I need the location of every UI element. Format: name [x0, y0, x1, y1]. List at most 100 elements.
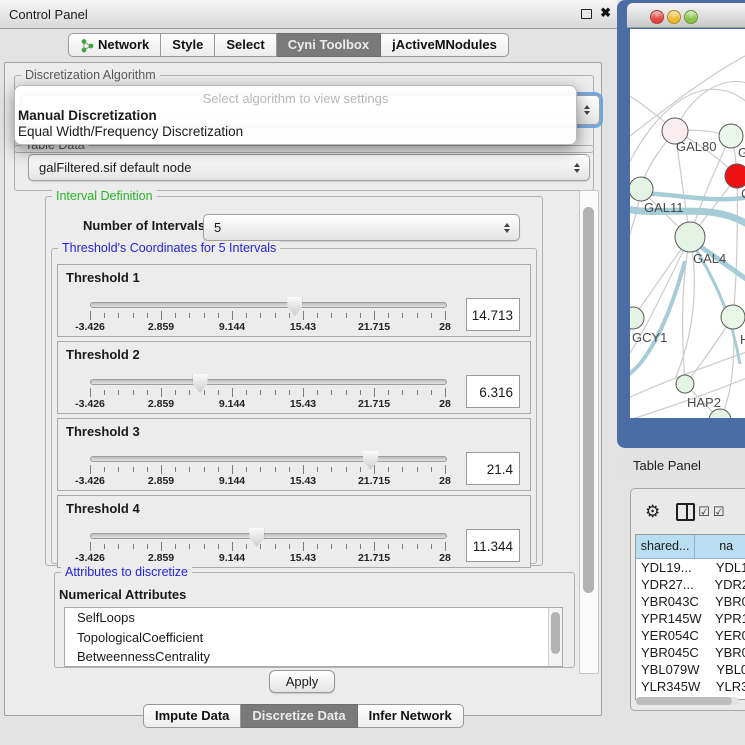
list-scrollbar-track[interactable]	[548, 608, 562, 666]
combo-stepper-icon	[584, 105, 590, 115]
discretization-algorithm-label: Discretization Algorithm	[21, 68, 160, 82]
settings-scrollbar-track[interactable]	[579, 190, 599, 674]
threshold-slider-thumb[interactable]	[193, 374, 208, 393]
GAL4-node[interactable]	[675, 222, 705, 252]
GAL11-node[interactable]	[630, 177, 653, 201]
close-icon[interactable]: ✖	[600, 5, 611, 21]
node-label: GCY1	[632, 330, 667, 345]
GCY1-node[interactable]	[630, 307, 644, 329]
HAP2-node[interactable]	[676, 375, 694, 393]
table-row[interactable]: YBR045CYBR0	[636, 644, 745, 661]
checkbox-checked-icon[interactable]: ☑	[713, 504, 725, 520]
threshold-panel: Threshold 4 -3.4262.8599.14415.4321.7152…	[57, 495, 531, 568]
close-traffic-light-icon[interactable]	[650, 10, 664, 24]
tab-style[interactable]: Style	[161, 33, 215, 57]
node-label: GAL11	[644, 200, 684, 215]
threshold-value-box[interactable]: 11.344	[466, 529, 520, 562]
tick-label: 21.715	[344, 321, 404, 333]
apply-button[interactable]: Apply	[269, 670, 335, 693]
threshold-value-box[interactable]: 6.316	[466, 375, 520, 408]
threshold-slider-track[interactable]	[90, 379, 447, 385]
table-row[interactable]: YDL19...YDL1	[636, 559, 745, 576]
table-row[interactable]: YBL079WYBL0	[636, 661, 745, 678]
table-row[interactable]: YER054CYER0	[636, 627, 745, 644]
numerical-attributes-label: Numerical Attributes	[59, 587, 186, 602]
network-canvas[interactable]: GAL80GACGAL11GAL4GCY1HHAP2	[630, 29, 745, 418]
network-edge[interactable]	[675, 237, 694, 379]
cell-shared-name: YDL19...	[636, 559, 710, 576]
numerical-attributes-list[interactable]: SelfLoopsTopologicalCoefficientBetweenne…	[64, 607, 563, 667]
table-hscrollbar-track[interactable]	[636, 697, 739, 705]
table-data-combo[interactable]: galFiltered.sif default node	[28, 154, 590, 181]
attributes-group: Attributes to discretize Numerical Attri…	[54, 572, 575, 668]
threshold-value-box[interactable]: 14.713	[466, 298, 520, 331]
red-node[interactable]	[725, 164, 745, 188]
attribute-list-item[interactable]: SelfLoops	[65, 608, 562, 628]
cell-shared-name: YER054C	[636, 627, 709, 644]
attribute-list-item[interactable]: BetweennessCentrality	[65, 647, 562, 667]
tab-label: Discretize Data	[252, 708, 345, 724]
threshold-label: Threshold 3	[66, 424, 140, 439]
tick-label: -3.426	[60, 321, 120, 333]
minimize-traffic-light-icon[interactable]	[667, 10, 681, 24]
threshold-slider-thumb[interactable]	[249, 528, 264, 547]
bottom-node[interactable]	[709, 409, 731, 418]
threshold-panel: Threshold 2 -3.4262.8599.14415.4321.7152…	[57, 341, 531, 414]
network-edge[interactable]	[683, 237, 690, 384]
cell-shared-name: YPR145W	[636, 610, 709, 627]
table-row[interactable]: YDR27...YDR2	[636, 576, 745, 593]
table-row[interactable]: YBR043CYBR0	[636, 593, 745, 610]
tick-label: 21.715	[344, 398, 404, 410]
settings-scrollbar-thumb[interactable]	[583, 207, 594, 593]
checkbox-checked-icon[interactable]: ☑	[698, 504, 710, 520]
gear-icon[interactable]: ⚙	[645, 502, 660, 522]
threshold-value-box[interactable]: 21.4	[466, 452, 520, 485]
thresholds-group-label: Threshold's Coordinates for 5 Intervals	[58, 241, 280, 255]
threshold-label: Threshold 4	[66, 501, 140, 516]
tick-label: 9.144	[202, 552, 262, 564]
attributes-group-label: Attributes to discretize	[61, 565, 192, 579]
threshold-slider-track[interactable]	[90, 302, 447, 308]
tab-network[interactable]: Network	[68, 33, 161, 57]
column-header[interactable]: shared...	[636, 535, 695, 558]
threshold-slider-track[interactable]	[90, 456, 447, 462]
popup-option[interactable]: Manual Discretization	[18, 108, 157, 123]
tick-label: 2.859	[131, 321, 191, 333]
cell-shared-name: YBR045C	[636, 644, 709, 661]
threshold-slider-thumb[interactable]	[363, 451, 378, 470]
threshold-panel: Threshold 1 -3.4262.8599.14415.4321.7152…	[57, 264, 531, 337]
tick-label: 2.859	[131, 475, 191, 487]
H-node[interactable]	[721, 305, 745, 329]
combo-stepper-icon	[574, 163, 580, 173]
tab-jactivemnodules[interactable]: jActiveMNodules	[381, 33, 509, 57]
tab-impute-data[interactable]: Impute Data	[143, 704, 241, 728]
tab-select[interactable]: Select	[215, 33, 276, 57]
number-of-intervals-combo[interactable]: 5	[203, 214, 520, 241]
table-row[interactable]: YLR345WYLR3	[636, 678, 745, 695]
table-hscrollbar-thumb[interactable]	[636, 697, 732, 705]
column-header[interactable]: na	[695, 535, 745, 558]
table-row[interactable]: YPR145WYPR1	[636, 610, 745, 627]
cell-name: YER0	[709, 627, 745, 644]
cell-name: YBL0	[710, 661, 745, 678]
popup-option[interactable]: Equal Width/Frequency Discretization	[18, 124, 243, 139]
list-scrollbar-thumb[interactable]	[551, 612, 560, 654]
split-columns-icon[interactable]	[676, 503, 695, 521]
threshold-slider-track[interactable]	[90, 533, 447, 539]
float-window-icon[interactable]	[581, 9, 592, 19]
tick-label: 15.43	[273, 552, 333, 564]
network-window-titlebar[interactable]	[627, 3, 745, 28]
tick-label: 21.715	[344, 475, 404, 487]
node-label: GAL80	[676, 139, 716, 154]
thresholds-group: Threshold's Coordinates for 5 Intervals …	[51, 248, 537, 564]
tab-infer-network[interactable]: Infer Network	[358, 704, 464, 728]
tab-cyni-toolbox[interactable]: Cyni Toolbox	[277, 33, 381, 57]
tab-discretize-data[interactable]: Discretize Data	[241, 704, 357, 728]
control-panel-titlebar: Control Panel ✖	[0, 0, 617, 29]
table-toolbar: ⚙ ☑ ☑	[631, 497, 745, 527]
tab-label: Select	[226, 37, 264, 53]
node-label: HAP2	[687, 395, 721, 410]
attribute-list-item[interactable]: TopologicalCoefficient	[65, 628, 562, 648]
cell-shared-name: YBR043C	[636, 593, 709, 610]
zoom-traffic-light-icon[interactable]	[684, 10, 698, 24]
